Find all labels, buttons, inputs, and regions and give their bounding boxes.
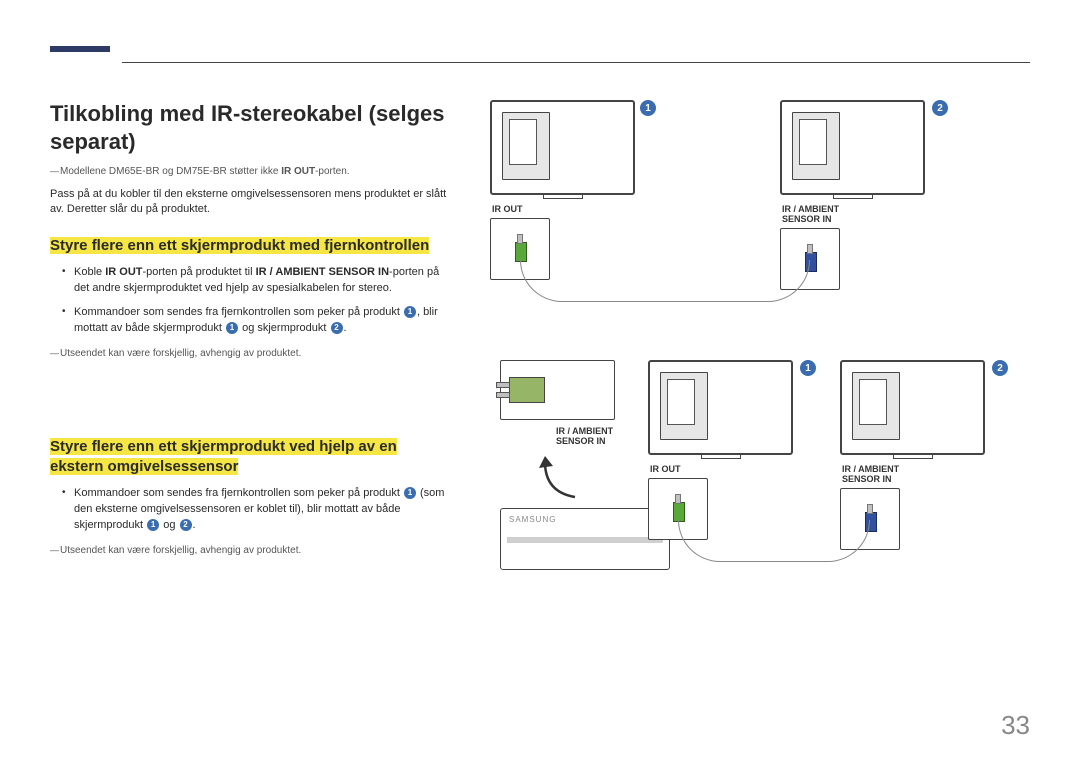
b2a-mid2: og: [160, 519, 178, 531]
label-irout-2: IR OUT: [650, 464, 681, 474]
marker-1: 1: [640, 100, 656, 116]
marker-3: 1: [800, 360, 816, 376]
bullet-list-1: Koble IR OUT-porten på produktet til IR …: [50, 265, 450, 337]
appearance-note-1: Utseendet kan være forskjellig, avhengig…: [50, 347, 450, 361]
circled-2b: 2: [180, 519, 192, 531]
b2a-pre: Kommandoer som sendes fra fjernkontrolle…: [74, 487, 403, 499]
cable-2: [678, 520, 870, 562]
marker-2: 2: [932, 100, 948, 116]
label-irambient-s: IR / AMBIENT: [556, 426, 613, 436]
circled-1d: 1: [147, 519, 159, 531]
monitor-4-panel: [852, 372, 900, 440]
b1b-post: .: [344, 322, 347, 334]
b1a-pre: Koble: [74, 266, 105, 278]
subsection-remote: Styre flere enn ett skjermprodukt med fj…: [50, 236, 450, 256]
bullet-list-2: Kommandoer som sendes fra fjernkontrolle…: [50, 486, 450, 534]
intro-paragraph: Pass på at du kobler til den eksterne om…: [50, 187, 450, 218]
page-number: 33: [1001, 710, 1030, 741]
section-title: Tilkobling med IR-stereokabel (selges se…: [50, 100, 450, 155]
monitor-1-slot: [509, 119, 537, 165]
monitor-4: [840, 360, 985, 455]
right-column: 1 IR OUT 2 IR / AMBIENT SENSOR IN: [480, 100, 1030, 650]
bullet-1a: Koble IR OUT-porten på produktet til IR …: [50, 265, 450, 297]
monitor-2-slot: [799, 119, 827, 165]
b1a-b2: IR / AMBIENT SENSOR IN: [256, 266, 389, 278]
monitor-3-slot: [667, 379, 695, 425]
monitor-4-stand: [893, 455, 933, 459]
content-row: Tilkobling med IR-stereokabel (selges se…: [50, 100, 1030, 650]
bullet-2a: Kommandoer som sendes fra fjernkontrolle…: [50, 486, 450, 534]
appearance-note-2: Utseendet kan være forskjellig, avhengig…: [50, 544, 450, 558]
monitor-3-stand: [701, 455, 741, 459]
diagram-sensor: IR / AMBIENT SENSOR IN SAMSUNG 1 IR OUT: [480, 360, 1030, 650]
label-irambient-1: IR / AMBIENT: [782, 204, 839, 214]
model-note: Modellene DM65E-BR og DM75E-BR støtter i…: [50, 165, 450, 179]
b1a-mid: -porten på produktet til: [142, 266, 255, 278]
monitor-1-stand: [543, 195, 583, 199]
b1b-mid2: og skjermprodukt: [239, 322, 329, 334]
monitor-2-stand: [833, 195, 873, 199]
model-note-bold: IR OUT: [281, 166, 315, 177]
remote-bar: [507, 537, 663, 543]
diagram-remote: 1 IR OUT 2 IR / AMBIENT SENSOR IN: [480, 100, 1030, 310]
circled-1b: 1: [226, 322, 238, 334]
subsection-remote-text: Styre flere enn ett skjermprodukt med fj…: [50, 237, 429, 254]
subsection-sensor-text: Styre flere enn ett skjermprodukt ved hj…: [50, 438, 397, 475]
b1a-b1: IR OUT: [105, 266, 142, 278]
left-column: Tilkobling med IR-stereokabel (selges se…: [50, 100, 450, 650]
monitor-2-panel: [792, 112, 840, 180]
b2a-post: .: [193, 519, 196, 531]
page-top-marker: [50, 46, 110, 52]
model-note-post: -porten.: [315, 166, 349, 177]
circled-1: 1: [404, 306, 416, 318]
sensor-connector: [509, 377, 545, 403]
bullet-1b: Kommandoer som sendes fra fjernkontrolle…: [50, 305, 450, 337]
monitor-2: [780, 100, 925, 195]
arrow-icon: [535, 452, 585, 502]
sensor-pin-2: [496, 392, 510, 398]
label-sensorin-2: SENSOR IN: [842, 474, 892, 484]
cable-1: [520, 260, 810, 302]
monitor-1-panel: [502, 112, 550, 180]
b1b-pre: Kommandoer som sendes fra fjernkontrolle…: [74, 306, 403, 318]
monitor-1: [490, 100, 635, 195]
label-irout-1: IR OUT: [492, 204, 523, 214]
remote-brand: SAMSUNG: [509, 515, 556, 524]
label-sensorin-s: SENSOR IN: [556, 436, 606, 446]
label-irambient-2: IR / AMBIENT: [842, 464, 899, 474]
circled-1c: 1: [404, 487, 416, 499]
external-sensor: [500, 360, 615, 420]
label-sensorin-1: SENSOR IN: [782, 214, 832, 224]
monitor-3: [648, 360, 793, 455]
sensor-pin-1: [496, 382, 510, 388]
page-top-rule: [122, 62, 1030, 63]
remote-control: SAMSUNG: [500, 508, 670, 570]
monitor-4-slot: [859, 379, 887, 425]
marker-4: 2: [992, 360, 1008, 376]
model-note-pre: Modellene DM65E-BR og DM75E-BR støtter i…: [60, 166, 281, 177]
subsection-sensor: Styre flere enn ett skjermprodukt ved hj…: [50, 437, 450, 476]
circled-2: 2: [331, 322, 343, 334]
monitor-3-panel: [660, 372, 708, 440]
